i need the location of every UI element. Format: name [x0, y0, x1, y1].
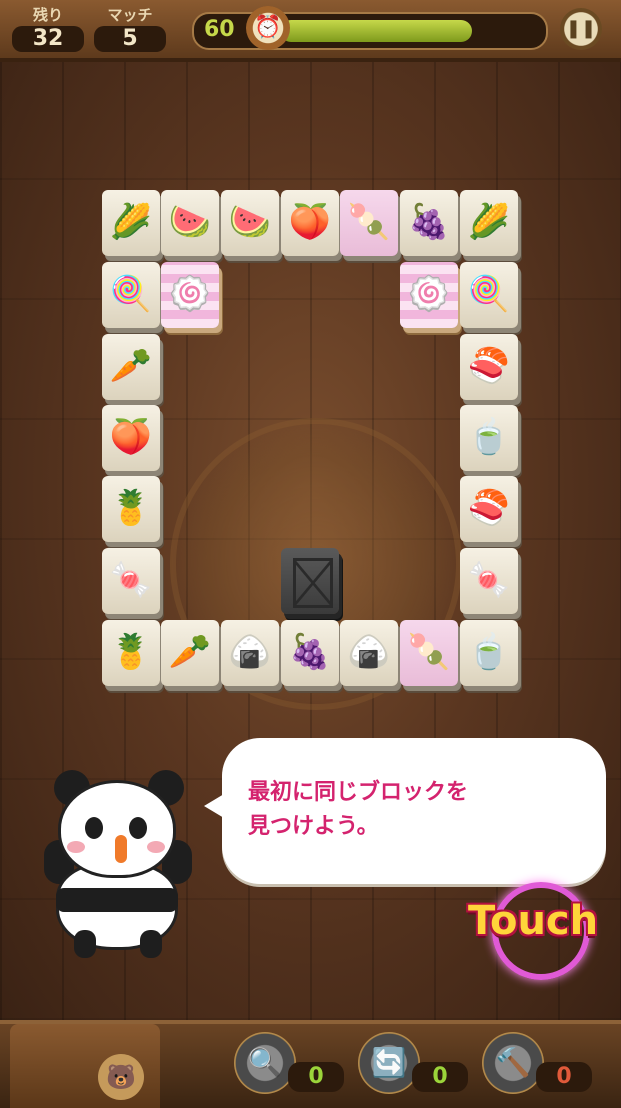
- timer-fill: [280, 20, 472, 42]
- touch-prompt[interactable]: Touch: [468, 898, 598, 944]
- tile-peach[interactable]: 🍑: [281, 190, 339, 256]
- tile-dango[interactable]: 🍡: [340, 190, 398, 256]
- tile-watermelon[interactable]: 🍉: [221, 190, 279, 256]
- tile-grapes[interactable]: 🍇: [281, 620, 339, 686]
- tile-ikura-sushi[interactable]: 🍙: [340, 620, 398, 686]
- tile-dango[interactable]: 🍡: [400, 620, 458, 686]
- tile-carrot[interactable]: 🥕: [102, 334, 160, 400]
- shop-button[interactable]: 🐻: [10, 1024, 160, 1108]
- tile-peach[interactable]: 🍑: [102, 405, 160, 471]
- tile-carrot[interactable]: 🥕: [161, 620, 219, 686]
- tile-chawanmushi[interactable]: 🍵: [460, 620, 518, 686]
- tutorial-speech-bubble: 最初に同じブロックを 見つけよう。: [204, 738, 606, 884]
- hammer-item[interactable]: 🔨 0: [482, 1032, 600, 1102]
- tile-watermelon[interactable]: 🍉: [161, 190, 219, 256]
- tile-tamago-roll[interactable]: 🍥: [161, 262, 219, 328]
- tile-tamago-sushi[interactable]: 🍣: [460, 476, 518, 542]
- pause-button[interactable]: ❚❚: [560, 8, 602, 50]
- bear-shop-icon: 🐻: [98, 1054, 144, 1100]
- clock-icon: ⏰: [246, 6, 290, 50]
- tile-candy[interactable]: 🍬: [102, 548, 160, 614]
- shuffle-item[interactable]: 🔄 0: [358, 1032, 476, 1102]
- tile-chawanmushi[interactable]: 🍵: [460, 405, 518, 471]
- tile-grapes[interactable]: 🍇: [400, 190, 458, 256]
- match-counter: マッチ 5: [92, 4, 168, 52]
- tile-tamago-roll[interactable]: 🍥: [400, 262, 458, 328]
- tile-pineapple[interactable]: 🍍: [102, 476, 160, 542]
- hammer-count: 0: [536, 1062, 592, 1092]
- hint-count: 0: [288, 1062, 344, 1092]
- tile-corn[interactable]: 🌽: [102, 190, 160, 256]
- tutorial-line-1: 最初に同じブロックを: [248, 780, 469, 805]
- remaining-value: 32: [12, 26, 84, 52]
- tile-lollipop[interactable]: 🍭: [102, 262, 160, 328]
- tutorial-line-2: 見つけよう。: [248, 814, 379, 839]
- tile-blocker: [281, 548, 339, 614]
- top-bar: 残り 32 マッチ 5 60 ⏰ ❚❚: [0, 0, 621, 62]
- search-icon: 🔍: [234, 1032, 296, 1094]
- tile-tamago-sushi[interactable]: 🍣: [460, 334, 518, 400]
- match-value: 5: [94, 26, 166, 52]
- timer-value: 60: [204, 17, 235, 42]
- tile-ikura-sushi[interactable]: 🍙: [221, 620, 279, 686]
- tile-pineapple[interactable]: 🍍: [102, 620, 160, 686]
- remaining-label: 残り: [32, 6, 63, 24]
- match-label: マッチ: [107, 6, 153, 24]
- hint-item[interactable]: 🔍 0: [234, 1032, 352, 1102]
- tile-corn[interactable]: 🌽: [460, 190, 518, 256]
- hammer-icon: 🔨: [482, 1032, 544, 1094]
- tile-candy[interactable]: 🍬: [460, 548, 518, 614]
- panda-mascot: [44, 770, 194, 960]
- remaining-counter: 残り 32: [10, 4, 86, 52]
- shuffle-count: 0: [412, 1062, 468, 1092]
- shuffle-icon: 🔄: [358, 1032, 420, 1094]
- tutorial-text: 最初に同じブロックを 見つけよう。: [248, 776, 548, 844]
- tile-lollipop[interactable]: 🍭: [460, 262, 518, 328]
- bottom-bar: 🐻 🔍 0 🔄 0 🔨 0: [0, 1020, 621, 1108]
